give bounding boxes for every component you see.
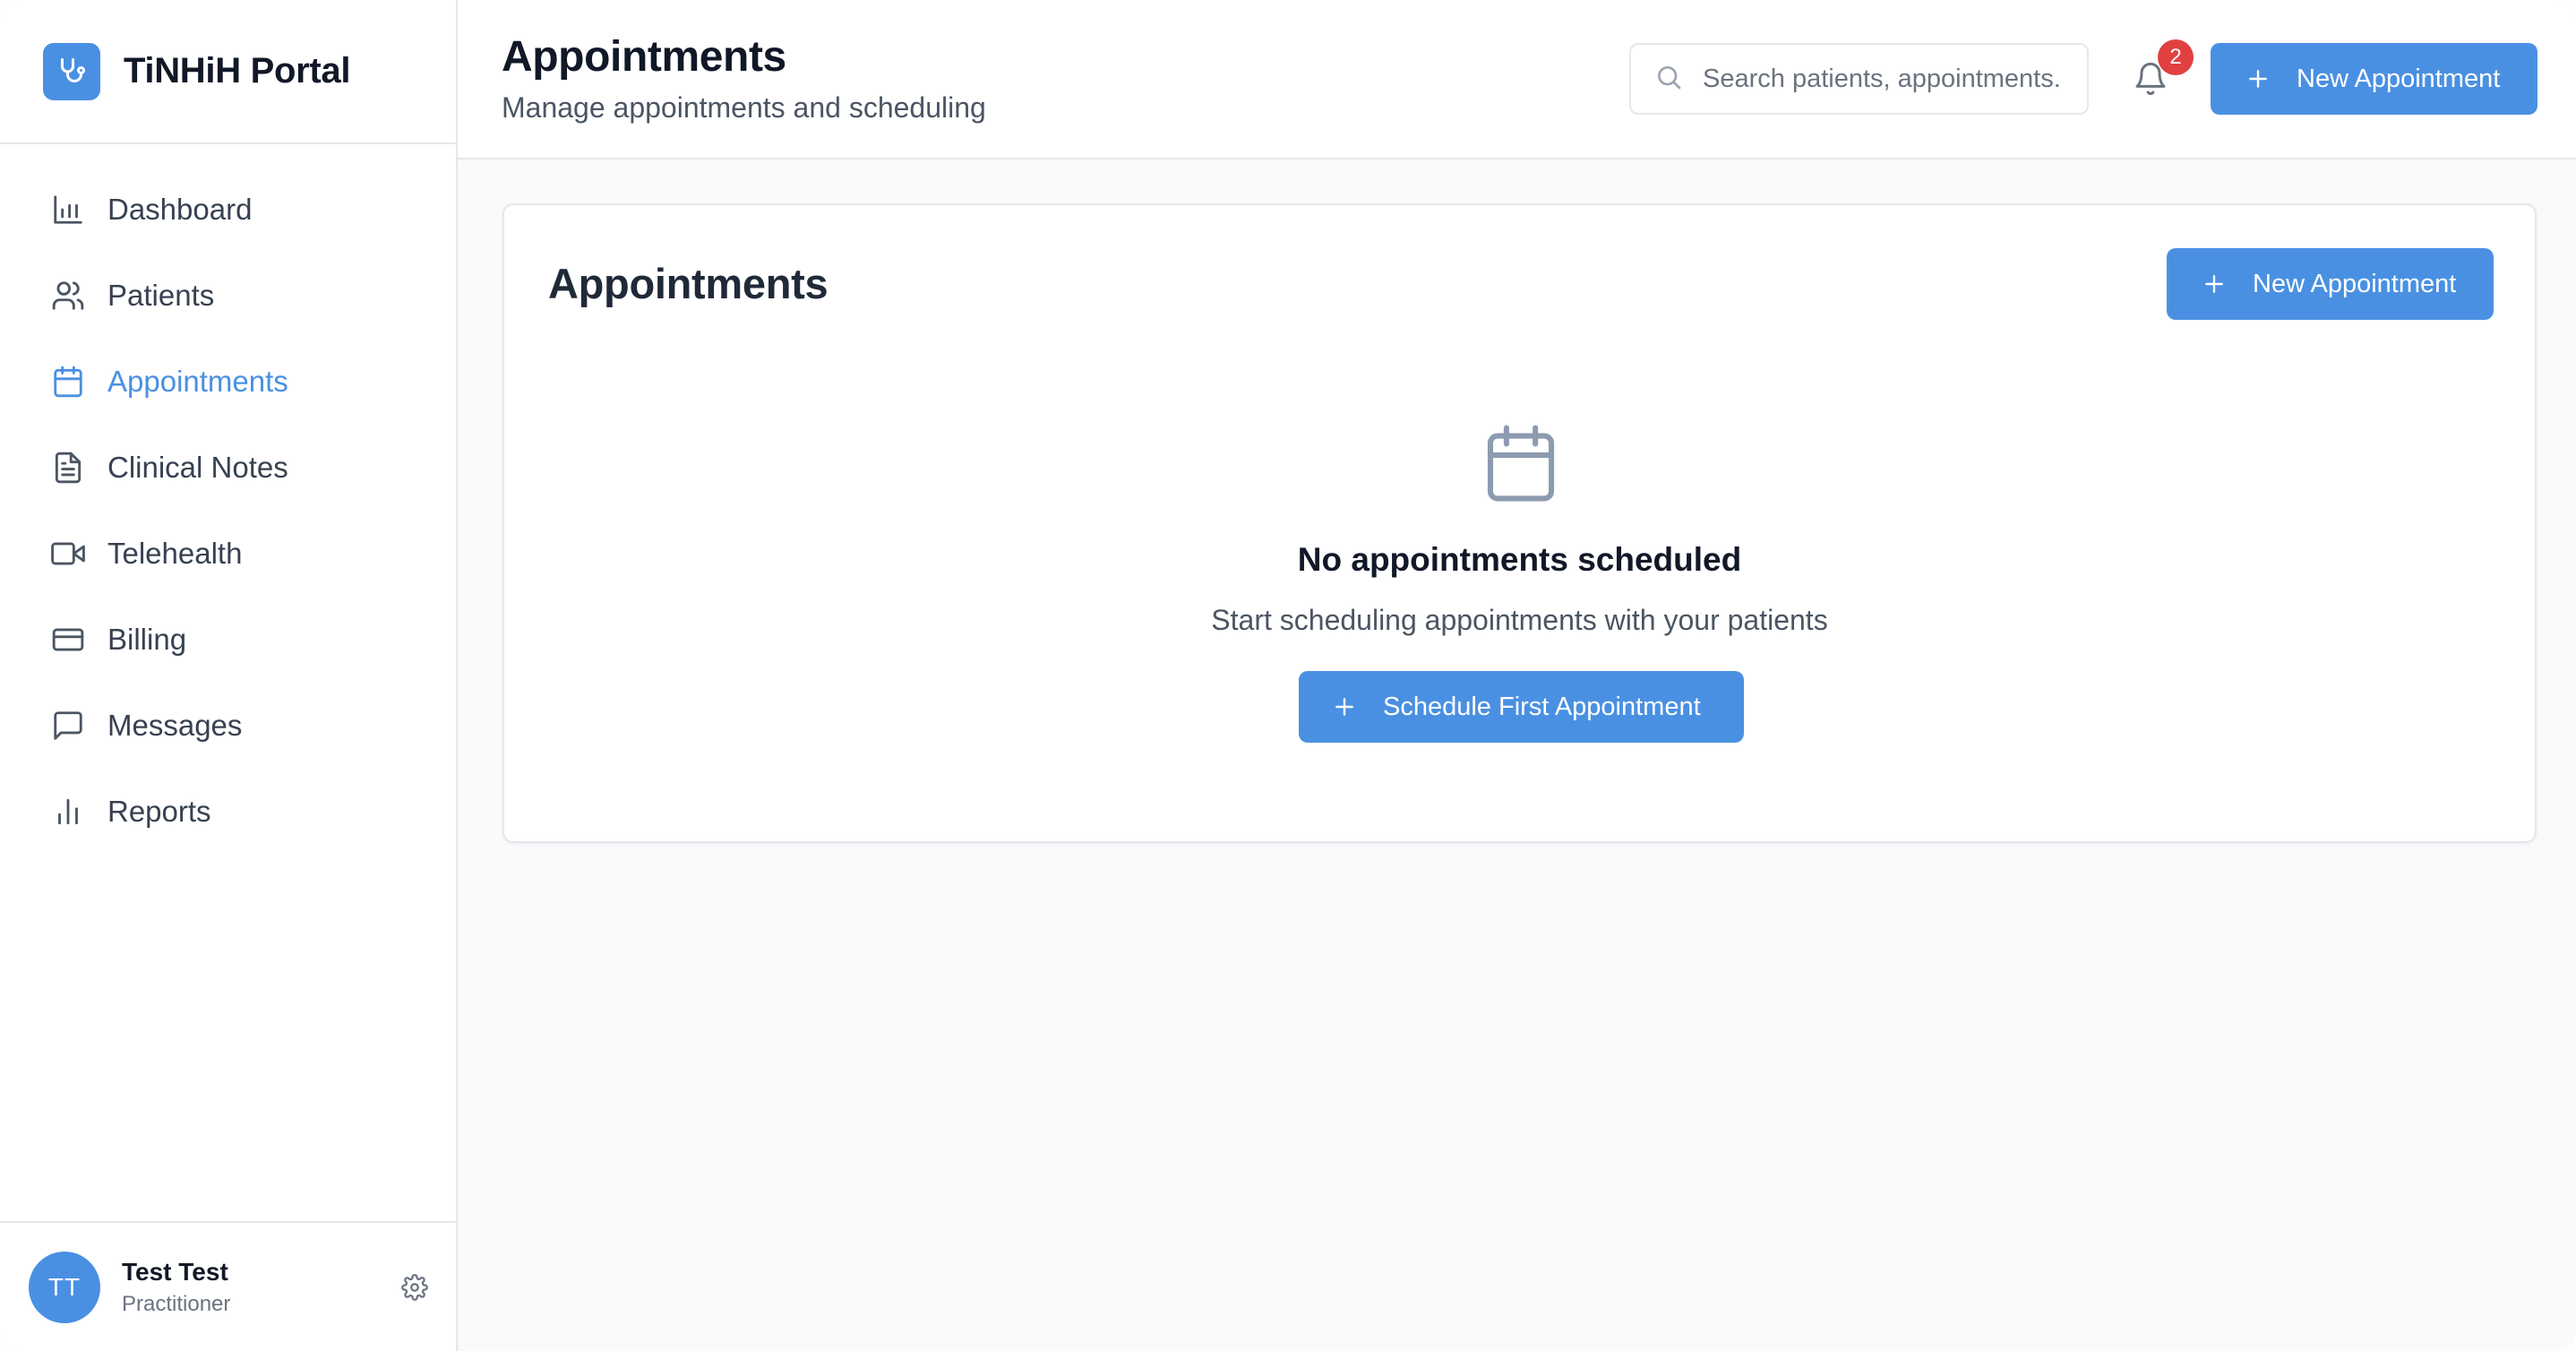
button-label: New Appointment bbox=[2253, 269, 2457, 298]
plus-icon bbox=[2245, 65, 2271, 92]
user-info: Test Test Practitioner bbox=[122, 1258, 230, 1317]
sidebar-item-label: Reports bbox=[107, 795, 211, 828]
bar-chart-icon bbox=[50, 192, 86, 228]
user-name: Test Test bbox=[122, 1257, 228, 1286]
stethoscope-icon bbox=[43, 42, 100, 100]
sidebar-nav: Dashboard Patients Appointments Clinical… bbox=[0, 167, 456, 855]
plus-icon bbox=[2201, 271, 2228, 297]
sidebar-item-reports[interactable]: Reports bbox=[0, 769, 456, 855]
sidebar-item-label: Clinical Notes bbox=[107, 451, 288, 484]
schedule-first-appointment-button[interactable]: Schedule First Appointment bbox=[1299, 671, 1744, 743]
sidebar-item-patients[interactable]: Patients bbox=[0, 253, 456, 339]
card-new-appointment-button[interactable]: New Appointment bbox=[2167, 248, 2494, 320]
sidebar-item-messages[interactable]: Messages bbox=[0, 683, 456, 769]
brand-name: TiNHiH Portal bbox=[124, 51, 351, 90]
top-header: Appointments Manage appointments and sch… bbox=[458, 0, 2576, 159]
sidebar-item-label: Appointments bbox=[107, 365, 288, 398]
video-icon bbox=[50, 536, 86, 572]
empty-state-title: No appointments scheduled bbox=[1297, 541, 1742, 578]
sidebar-item-label: Messages bbox=[107, 709, 243, 742]
user-role: Practitioner bbox=[122, 1291, 231, 1316]
new-appointment-button[interactable]: New Appointment bbox=[2211, 43, 2537, 115]
document-icon bbox=[50, 450, 86, 486]
users-icon bbox=[50, 278, 86, 314]
card-title: Appointments bbox=[548, 260, 829, 307]
app-window: TiNHiH Portal Dashboard Patients Appoint… bbox=[0, 0, 2576, 1351]
credit-card-icon bbox=[50, 622, 86, 658]
button-label: New Appointment bbox=[2297, 64, 2501, 93]
calendar-icon bbox=[50, 364, 86, 400]
plus-icon bbox=[1331, 693, 1358, 720]
sidebar-item-label: Billing bbox=[107, 623, 187, 656]
search-input[interactable] bbox=[1703, 64, 2061, 94]
gear-icon[interactable] bbox=[399, 1271, 431, 1304]
bar-chart-small-icon bbox=[50, 794, 86, 830]
sidebar-item-label: Dashboard bbox=[107, 193, 253, 226]
notification-badge: 2 bbox=[2158, 39, 2194, 75]
brand[interactable]: TiNHiH Portal bbox=[0, 0, 456, 144]
user-profile[interactable]: TT Test Test Practitioner bbox=[0, 1221, 456, 1351]
sidebar: TiNHiH Portal Dashboard Patients Appoint… bbox=[0, 0, 458, 1351]
page-subtitle: Manage appointments and scheduling bbox=[502, 91, 986, 124]
empty-state-subtitle: Start scheduling appointments with your … bbox=[1211, 604, 1828, 636]
sidebar-item-dashboard[interactable]: Dashboard bbox=[0, 167, 456, 253]
sidebar-item-telehealth[interactable]: Telehealth bbox=[0, 511, 456, 597]
sidebar-item-label: Telehealth bbox=[107, 537, 243, 570]
avatar: TT bbox=[29, 1251, 100, 1323]
message-icon bbox=[50, 708, 86, 744]
search-box[interactable] bbox=[1629, 43, 2089, 115]
sidebar-item-billing[interactable]: Billing bbox=[0, 597, 456, 683]
empty-calendar-icon bbox=[1482, 423, 1559, 503]
sidebar-item-label: Patients bbox=[107, 279, 215, 312]
sidebar-item-clinical-notes[interactable]: Clinical Notes bbox=[0, 425, 456, 511]
page-title: Appointments bbox=[502, 33, 786, 81]
search-icon bbox=[1654, 63, 1683, 96]
sidebar-item-appointments[interactable]: Appointments bbox=[0, 339, 456, 425]
button-label: Schedule First Appointment bbox=[1383, 692, 1701, 721]
appointments-card: Appointments New Appointment No appointm… bbox=[502, 203, 2537, 843]
